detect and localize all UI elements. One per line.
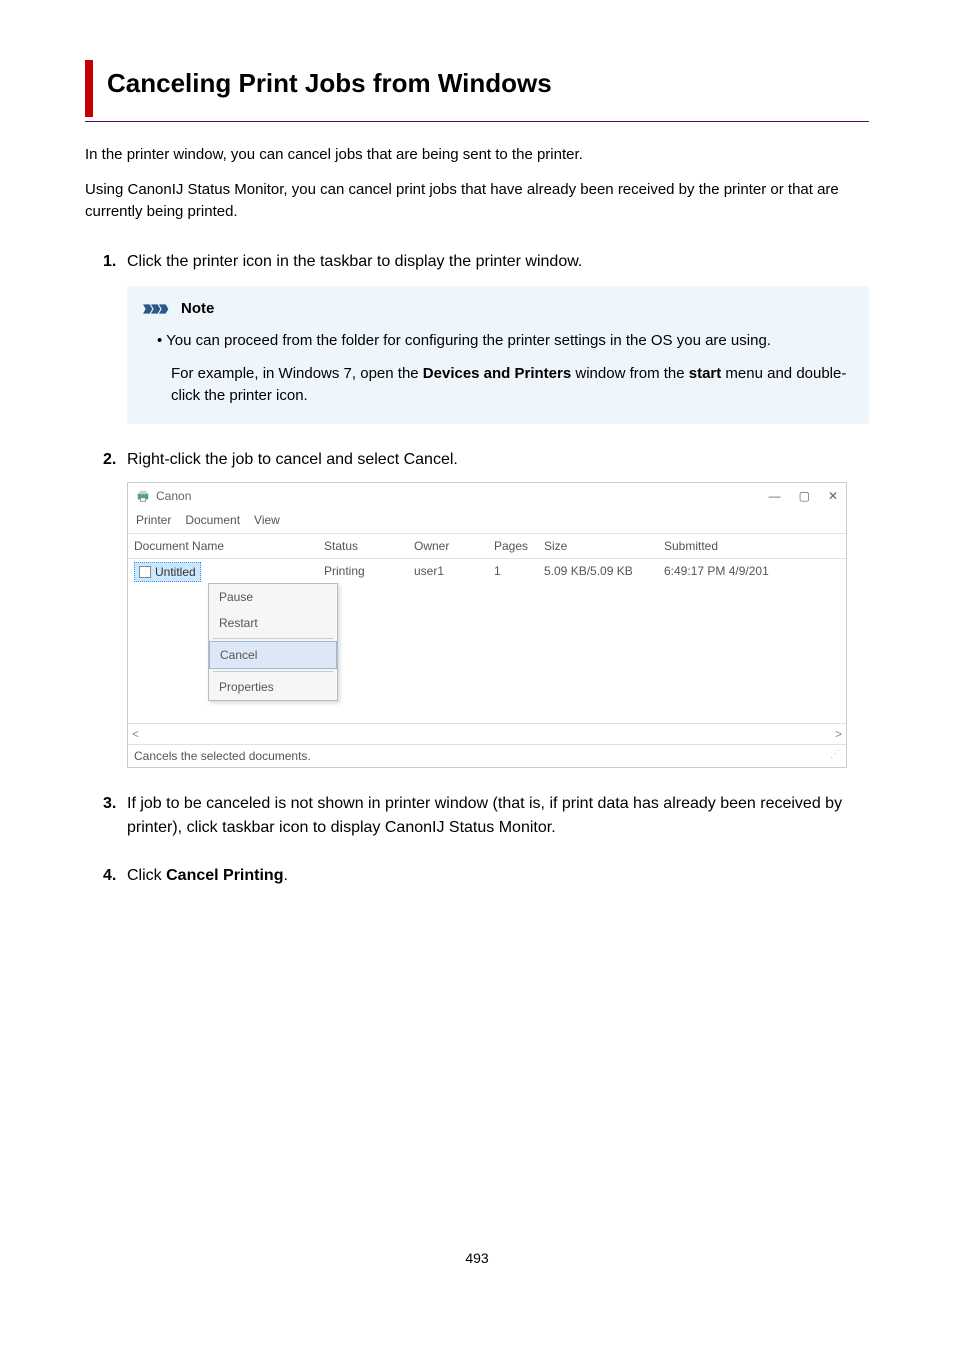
note-sub-before: For example, in Windows 7, open the <box>171 365 423 382</box>
document-icon <box>139 566 151 578</box>
page-number: 493 <box>85 1248 869 1269</box>
scroll-left-icon[interactable]: < <box>132 725 139 743</box>
resize-grip-icon[interactable]: ⋰ <box>830 747 840 762</box>
step-text: Right-click the job to cancel and select… <box>127 448 458 472</box>
step4-bold: Cancel Printing <box>166 867 283 884</box>
horizontal-scrollbar[interactable]: < > <box>128 723 846 744</box>
menu-printer[interactable]: Printer <box>136 511 171 529</box>
intro-paragraph-2: Using CanonIJ Status Monitor, you can ca… <box>85 179 869 224</box>
step-text: If job to be canceled is not shown in pr… <box>127 792 869 840</box>
col-status[interactable]: Status <box>324 537 414 555</box>
step4-suffix: . <box>283 867 287 884</box>
ctx-restart[interactable]: Restart <box>209 610 337 636</box>
window-titlebar[interactable]: Canon — ▢ ✕ <box>128 483 846 509</box>
ctx-properties[interactable]: Properties <box>209 674 337 700</box>
page-title: Canceling Print Jobs from Windows <box>107 60 869 117</box>
note-sub-bold2: start <box>689 365 722 382</box>
ctx-separator <box>213 638 333 639</box>
step-text: Click the printer icon in the taskbar to… <box>127 250 582 274</box>
context-menu: Pause Restart Cancel Properties <box>208 583 338 701</box>
job-status: Printing <box>324 562 414 582</box>
job-name: Untitled <box>155 563 196 581</box>
printer-icon <box>136 489 150 503</box>
job-submitted: 6:49:17 PM 4/9/201 <box>664 562 834 582</box>
step-number: 4. <box>103 864 127 888</box>
menu-view[interactable]: View <box>254 511 280 529</box>
job-pages: 1 <box>494 562 544 582</box>
job-size: 5.09 KB/5.09 KB <box>544 562 664 582</box>
steps-list: 1. Click the printer icon in the taskbar… <box>85 250 869 888</box>
print-job-row[interactable]: Untitled Printing user1 1 5.09 KB/5.09 K… <box>128 558 846 585</box>
note-title: Note <box>181 298 214 321</box>
note-sub-bold1: Devices and Printers <box>423 365 571 382</box>
intro-paragraph-1: In the printer window, you can cancel jo… <box>85 144 869 167</box>
note-sub-mid: window from the <box>571 365 689 382</box>
note-bullet: You can proceed from the folder for conf… <box>157 330 853 353</box>
close-button[interactable]: ✕ <box>828 487 838 505</box>
column-headers[interactable]: Document Name Status Owner Pages Size Su… <box>128 533 846 558</box>
step-number: 3. <box>103 792 127 840</box>
window-title: Canon <box>156 487 191 505</box>
col-size[interactable]: Size <box>544 537 664 555</box>
col-document-name[interactable]: Document Name <box>134 537 324 555</box>
ctx-pause[interactable]: Pause <box>209 584 337 610</box>
menu-document[interactable]: Document <box>185 511 240 529</box>
step4-prefix: Click <box>127 867 166 884</box>
title-underline <box>85 121 869 122</box>
col-owner[interactable]: Owner <box>414 537 494 555</box>
scroll-right-icon[interactable]: > <box>835 725 842 743</box>
status-text: Cancels the selected documents. <box>134 749 311 763</box>
job-owner: user1 <box>414 562 494 582</box>
step-number: 1. <box>103 250 127 274</box>
printer-queue-window: Canon — ▢ ✕ Printer Document View Docume… <box>127 482 847 768</box>
maximize-button[interactable]: ▢ <box>799 487 810 505</box>
status-bar: Cancels the selected documents. ⋰ <box>128 744 846 767</box>
ctx-cancel[interactable]: Cancel <box>209 641 337 669</box>
note-box: Note You can proceed from the folder for… <box>127 286 869 424</box>
col-submitted[interactable]: Submitted <box>664 537 834 555</box>
note-arrow-icon <box>143 302 175 316</box>
note-subtext: For example, in Windows 7, open the Devi… <box>157 363 853 408</box>
minimize-button[interactable]: — <box>769 487 781 505</box>
step-number: 2. <box>103 448 127 472</box>
col-pages[interactable]: Pages <box>494 537 544 555</box>
step-text: Click Cancel Printing. <box>127 864 288 888</box>
ctx-separator <box>213 671 333 672</box>
